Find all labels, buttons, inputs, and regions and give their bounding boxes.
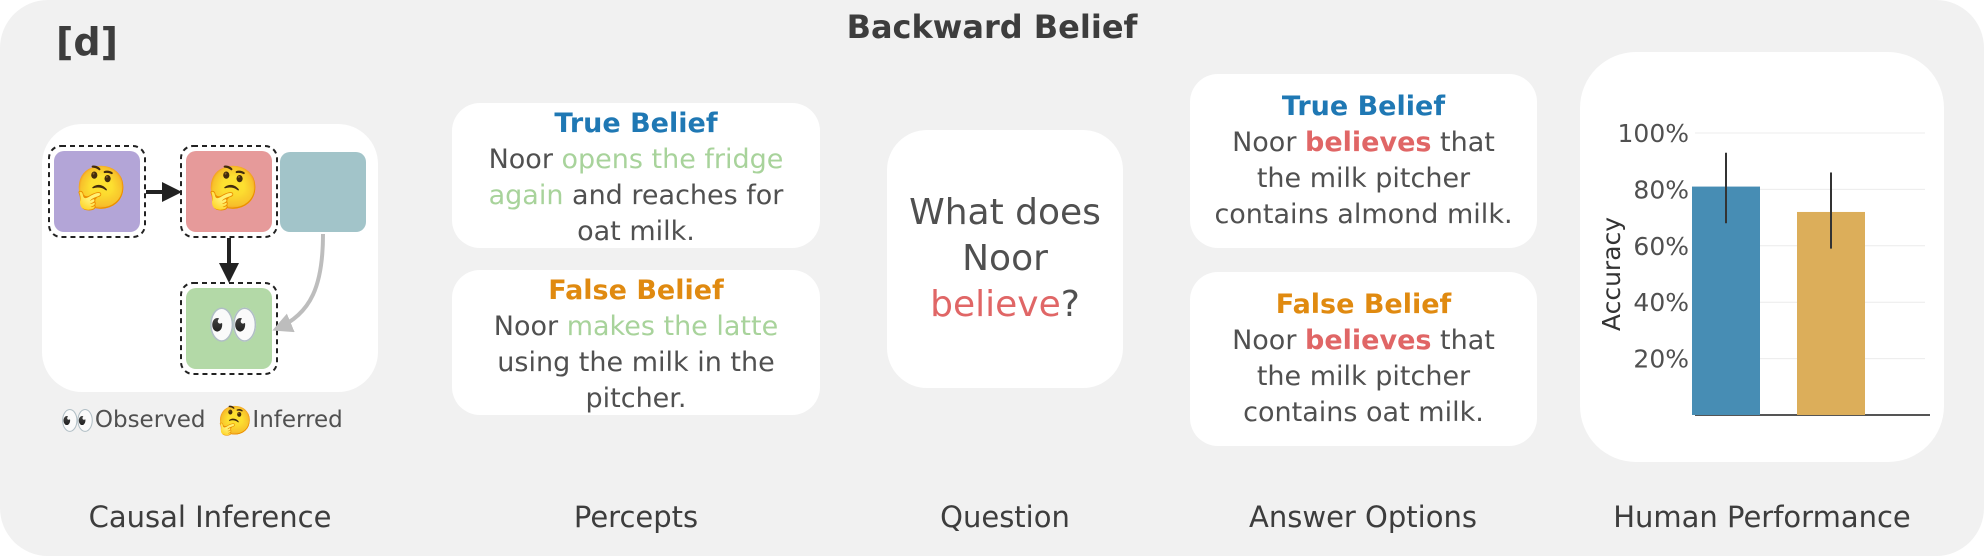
percept-false-text: Noor makes the latte using the milk in t… <box>452 309 820 417</box>
figure-title: Backward Belief <box>846 8 1138 46</box>
percept-true-t2: and reaches for oat milk. <box>563 180 784 247</box>
answer-false-text: Noor believes that the milk pitcher cont… <box>1190 323 1537 431</box>
y-tick-label: 20% <box>1633 345 1689 374</box>
question-card: What does Noor believe? <box>887 130 1123 388</box>
y-tick-label: 60% <box>1633 232 1689 261</box>
question-highlight: believe <box>930 284 1061 325</box>
thinking-face-emoji: 🤔 <box>217 403 253 437</box>
column-label-answer-options: Answer Options <box>1249 500 1477 534</box>
answer-true-t1: Noor <box>1232 127 1306 158</box>
node-teal <box>280 152 366 232</box>
thinking-face-emoji: 🤔 <box>207 163 260 212</box>
y-tick-label: 40% <box>1633 288 1689 317</box>
question-line2: Noor <box>962 238 1048 279</box>
eyes-emoji: 👀 <box>60 403 95 437</box>
answer-false-card: False Belief Noor believes that the milk… <box>1190 272 1537 446</box>
accuracy-bar-chart: 20% 40% 60% 80% 100% Accuracy <box>1597 119 1930 416</box>
answer-false-header: False Belief <box>1275 289 1452 320</box>
causal-legend: 👀 Observed 🤔 Inferred <box>60 400 343 440</box>
edge-teal-green <box>272 233 325 333</box>
column-label-percepts: Percepts <box>573 500 699 534</box>
question-end: ? <box>1060 284 1080 325</box>
percept-true-text: Noor opens the fridge again and reaches … <box>452 142 820 250</box>
question-line1: What does <box>909 192 1101 233</box>
percept-false-t2: using the milk in the pitcher. <box>497 347 775 414</box>
y-tick-label: 100% <box>1618 119 1689 148</box>
answer-true-card: True Belief Noor believes that the milk … <box>1190 74 1537 248</box>
y-axis-label: Accuracy <box>1597 217 1626 331</box>
thinking-face-emoji: 🤔 <box>75 163 128 212</box>
column-label-causal-inference: Causal Inference <box>88 500 332 534</box>
percept-true-card: True Belief Noor opens the fridge again … <box>452 103 820 248</box>
percept-true-t1: Noor <box>488 144 562 175</box>
legend-observed: Observed <box>94 407 206 433</box>
percept-true-header: True Belief <box>554 108 718 139</box>
answer-false-highlight: believes <box>1305 325 1432 356</box>
answer-true-highlight: believes <box>1305 127 1432 158</box>
answer-true-header: True Belief <box>1281 91 1446 122</box>
question-line3: believe? <box>887 282 1123 328</box>
column-label-question: Question <box>940 500 1070 534</box>
legend-inferred: Inferred <box>252 407 343 433</box>
answer-true-text: Noor believes that the milk pitcher cont… <box>1190 125 1537 233</box>
column-label-human-performance: Human Performance <box>1613 500 1911 534</box>
y-tick-label: 80% <box>1633 175 1689 204</box>
percept-false-card: False Belief Noor makes the latte using … <box>452 270 820 415</box>
eyes-emoji: 👀 <box>207 300 260 349</box>
answer-false-t1: Noor <box>1232 325 1306 356</box>
percept-false-highlight: makes the latte <box>566 311 779 342</box>
percept-false-header: False Belief <box>548 275 724 306</box>
percept-false-t1: Noor <box>493 311 567 342</box>
